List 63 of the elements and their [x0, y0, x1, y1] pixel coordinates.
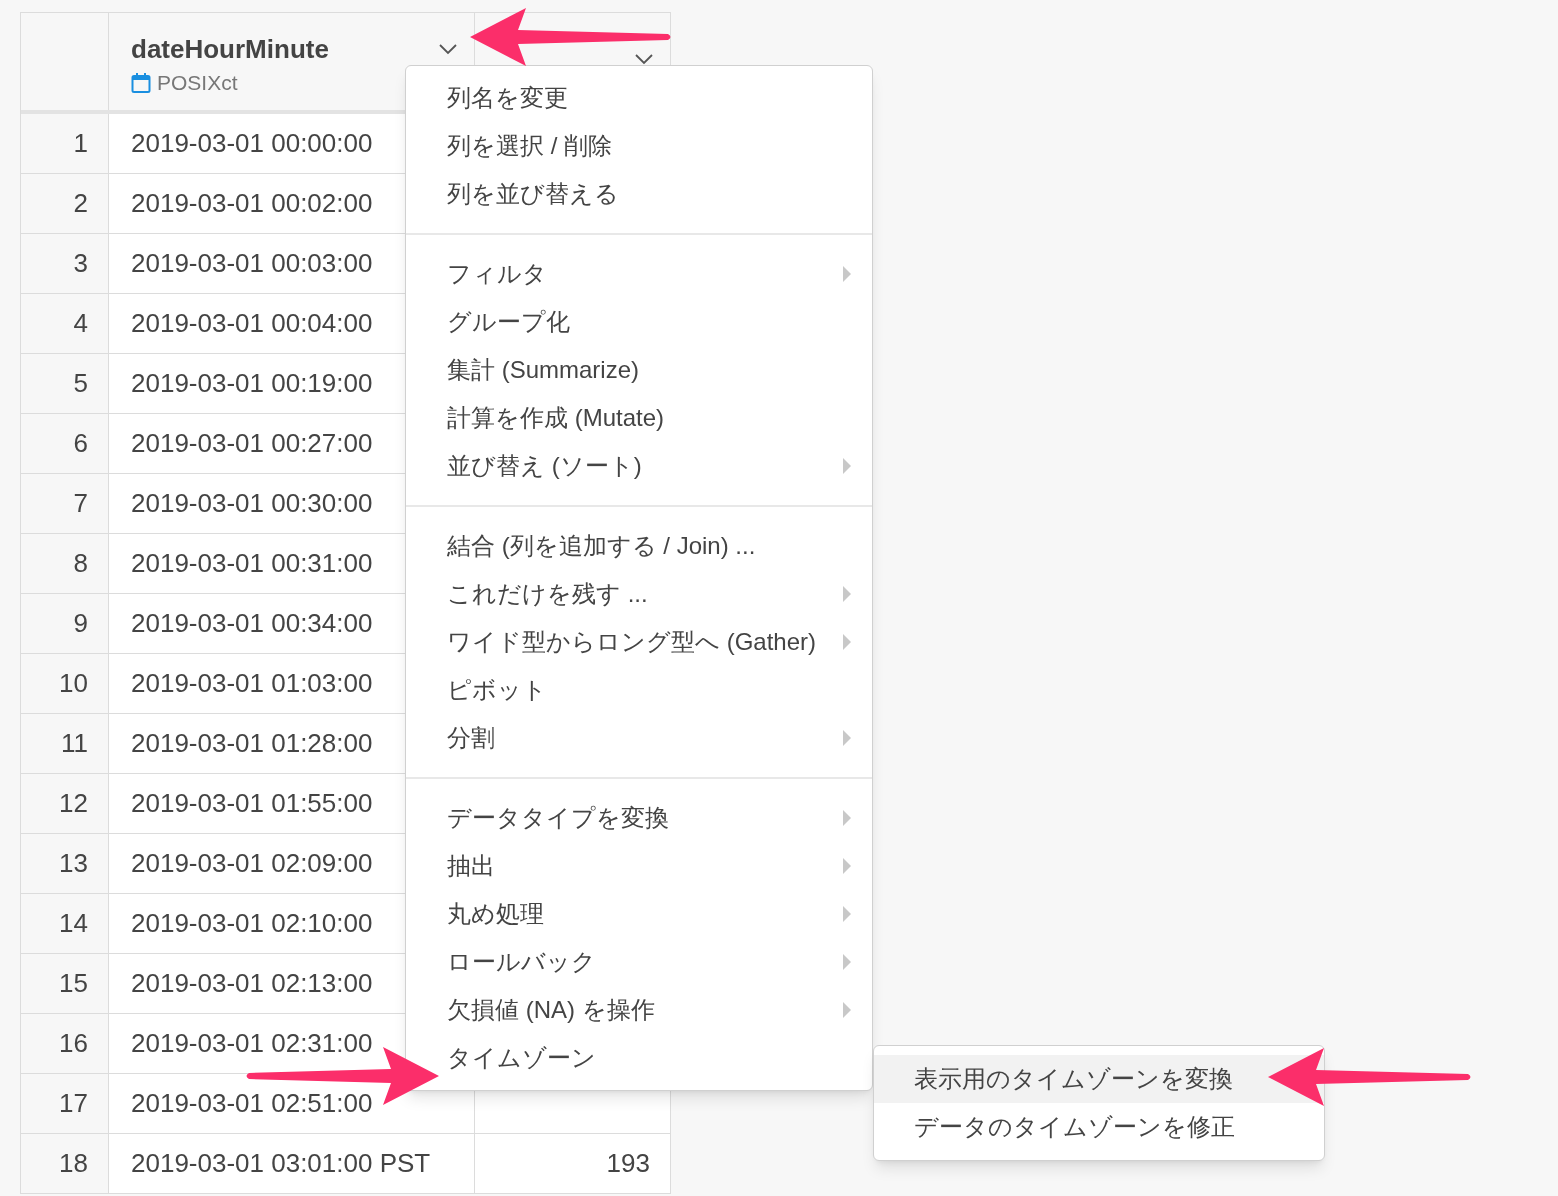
table-cell-text: 2019-03-01 00:00:00: [131, 127, 373, 160]
table-cell-text: 2019-03-01 00:31:00: [131, 547, 373, 580]
menu-item[interactable]: 丸め処理: [447, 890, 852, 938]
table-cell-text: 2019-03-01 02:31:00: [131, 1027, 373, 1060]
row-number: 10: [59, 667, 88, 700]
menu-item[interactable]: データタイプを変換: [447, 794, 852, 842]
row-number: 6: [73, 427, 88, 460]
column-header: dateHourMinute: [131, 33, 329, 65]
row-number: 11: [61, 727, 88, 760]
menu-item[interactable]: 並び替え (ソート): [447, 442, 852, 490]
menu-item[interactable]: 結合 (列を追加する / Join) ...: [447, 522, 852, 570]
table-cell-text: 2019-03-01 01:03:00: [131, 667, 373, 700]
table-cell-text: 2019-03-01 00:02:00: [131, 187, 373, 220]
row-number: 3: [73, 247, 88, 280]
menu-item[interactable]: フィルタ: [447, 250, 852, 298]
row-number: 1: [73, 127, 88, 160]
menu-item[interactable]: タイムゾーン: [447, 1034, 852, 1082]
menu-item[interactable]: ピボット: [447, 666, 852, 714]
menu-item[interactable]: 計算を作成 (Mutate): [447, 394, 852, 442]
menu-item[interactable]: 抽出: [447, 842, 852, 890]
menu-item[interactable]: これだけを残す ...: [447, 570, 852, 618]
column-type: POSIXct: [157, 70, 238, 96]
row-number: 7: [73, 487, 88, 520]
menu-item[interactable]: 列を選択 / 削除: [447, 122, 852, 170]
menu-item[interactable]: 集計 (Summarize): [447, 346, 852, 394]
menu-item[interactable]: 欠損値 (NA) を操作: [447, 986, 852, 1034]
menu-item[interactable]: 列を並び替える: [447, 170, 852, 218]
row-number: 9: [73, 607, 88, 640]
menu-item[interactable]: ワイド型からロング型へ (Gather): [447, 618, 852, 666]
row-number: 2: [73, 187, 88, 220]
submenu-item[interactable]: 表示用のタイムゾーンを変換: [874, 1055, 1324, 1103]
table-cell-text: 2019-03-01 00:34:00: [131, 607, 373, 640]
table-cell-text: 2019-03-01 02:09:00: [131, 847, 373, 880]
table-cell-text: 2019-03-01 01:28:00: [131, 727, 373, 760]
row-number: 13: [59, 847, 88, 880]
table-cell-text: 2019-03-01 00:30:00: [131, 487, 373, 520]
table-cell-text: 193: [606, 1147, 650, 1180]
row-number: 18: [59, 1147, 88, 1180]
table-cell-text: 2019-03-01 02:13:00: [131, 967, 373, 1000]
calendar-icon: [131, 71, 151, 94]
row-number: 4: [73, 307, 88, 340]
row-number: 15: [59, 967, 88, 1000]
table-cell-text: 2019-03-01 03:01:00 PST: [131, 1147, 431, 1180]
row-number: 12: [59, 787, 88, 820]
table-cell-text: 2019-03-01 02:51:00: [131, 1087, 373, 1120]
row-number: 17: [59, 1087, 88, 1120]
menu-item[interactable]: 列名を変更: [447, 74, 852, 122]
submenu-item[interactable]: データのタイムゾーンを修正: [874, 1103, 1324, 1151]
menu-item[interactable]: ロールバック: [447, 938, 852, 986]
table-cell-text: 2019-03-01 01:55:00: [131, 787, 373, 820]
row-number: 16: [59, 1027, 88, 1060]
table-cell-text: 2019-03-01 00:19:00: [131, 367, 373, 400]
menu-item[interactable]: グループ化: [447, 298, 852, 346]
chevron-down-icon[interactable]: [634, 53, 654, 65]
table-cell-text: 2019-03-01 02:10:00: [131, 907, 373, 940]
row-number: 14: [59, 907, 88, 940]
chevron-down-icon[interactable]: [438, 43, 458, 55]
row-number: 5: [73, 367, 88, 400]
table-cell-text: 2019-03-01 00:04:00: [131, 307, 373, 340]
row-number: 8: [73, 547, 88, 580]
table-cell-text: 2019-03-01 00:27:00: [131, 427, 373, 460]
table-cell-text: 2019-03-01 00:03:00: [131, 247, 373, 280]
menu-item[interactable]: 分割: [447, 714, 852, 762]
